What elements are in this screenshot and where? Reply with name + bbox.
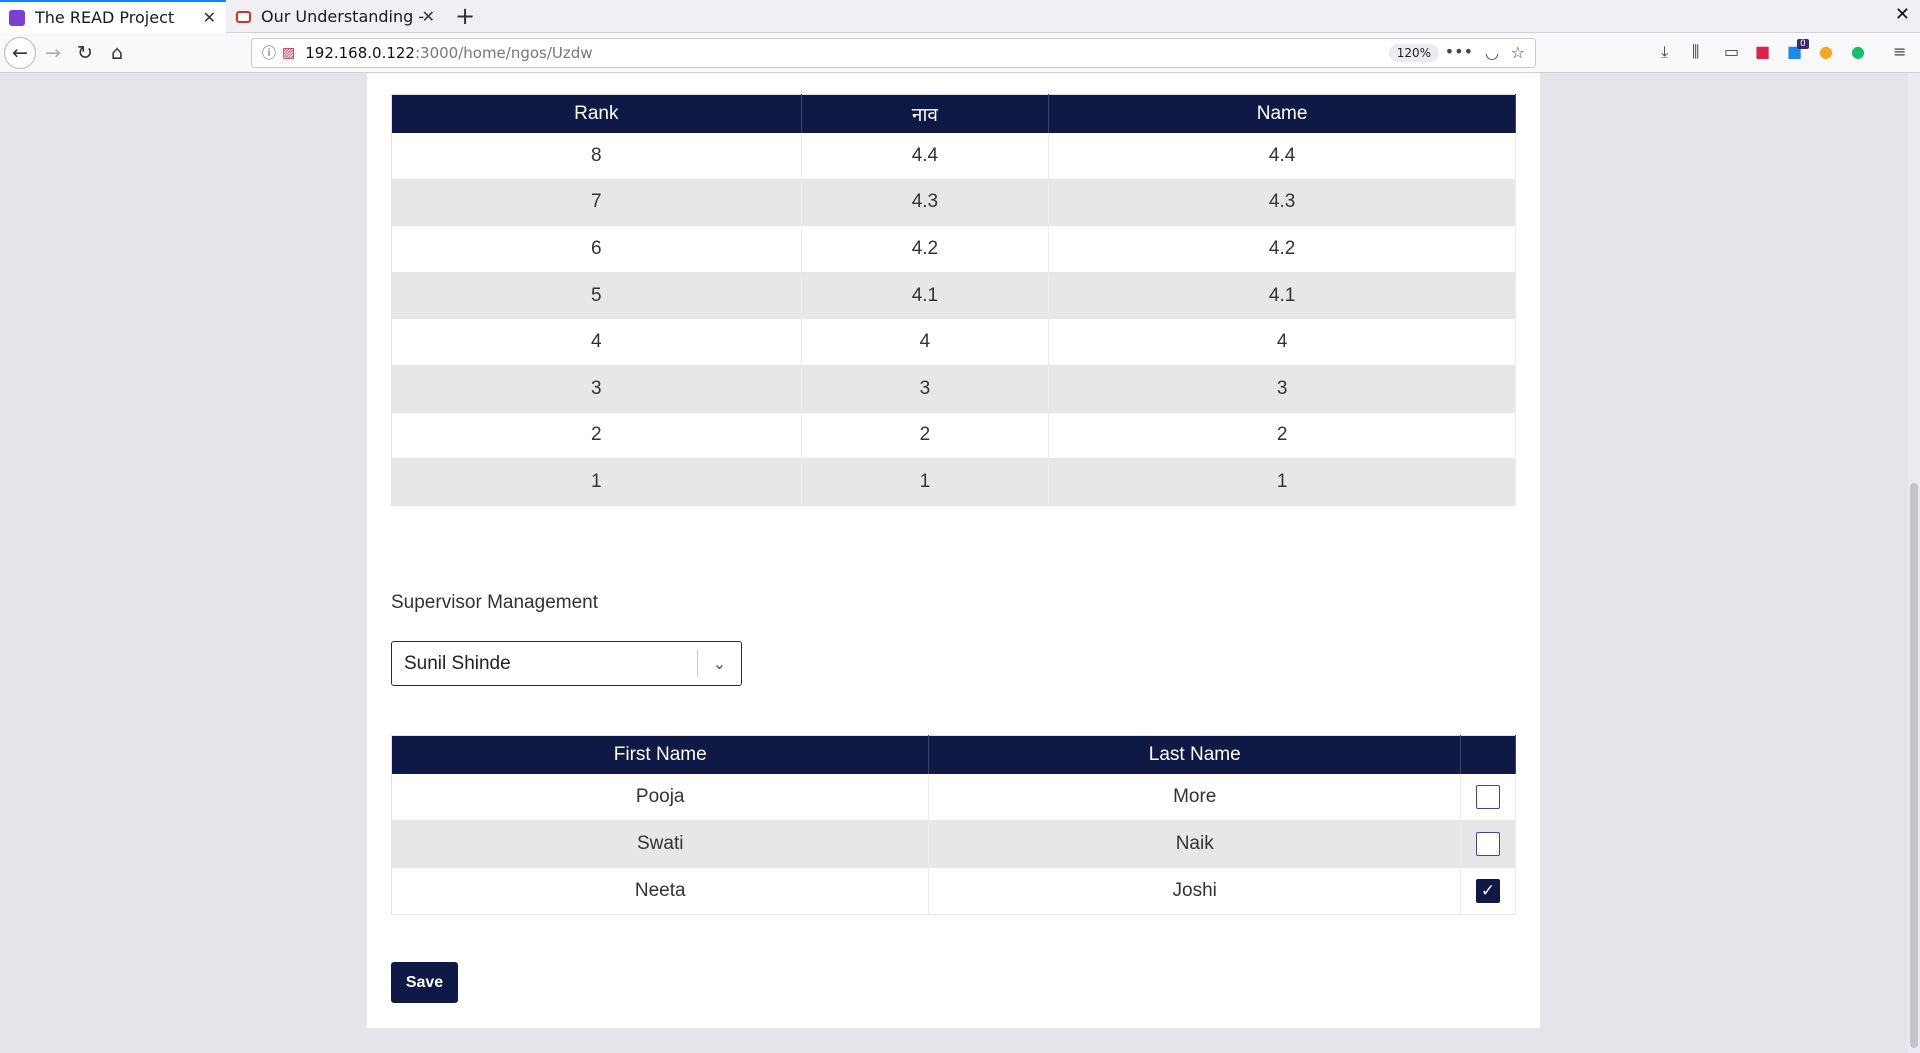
home-icon[interactable]: ⌂ [101, 37, 133, 69]
rank-cell: 3 [391, 365, 802, 413]
zoom-level[interactable]: 120% [1388, 44, 1439, 62]
table-row: 6 4.2 4.2 [391, 225, 1516, 273]
tab-bar: The READ Project ✕ Our Understanding - e… [0, 0, 1920, 33]
row-checkbox[interactable] [1476, 832, 1500, 856]
naav-cell: 2 [801, 412, 1050, 460]
tab-read-project[interactable]: The READ Project ✕ [0, 0, 226, 33]
row-checkbox-checked[interactable]: ✓ [1476, 879, 1500, 903]
sidebar-icon[interactable]: ▭ [1724, 42, 1739, 61]
naav-cell: 4.4 [801, 132, 1050, 180]
window-close-icon[interactable]: ✕ [1895, 4, 1910, 25]
grammarly-icon[interactable]: ● [1851, 42, 1865, 61]
rank-cell: 2 [391, 412, 802, 460]
table-row: 5 4.1 4.1 [391, 272, 1516, 320]
rank-table-header-row: Rank नाव Name [391, 94, 1516, 133]
extension-orange-icon[interactable]: ● [1819, 42, 1833, 61]
table-row: 444 [391, 318, 1516, 366]
new-tab-plus-icon[interactable]: + [455, 2, 475, 30]
table-row: Neeta Joshi ✓ [391, 867, 1516, 915]
last-name-cell: Naik [928, 820, 1461, 868]
table-row: 333 [391, 365, 1516, 413]
rank-cell: 6 [391, 225, 802, 273]
name-cell: 4.1 [1048, 272, 1516, 320]
downloads-icon[interactable]: ⤓ [1661, 42, 1668, 62]
supervisor-select-value: Sunil Shinde [404, 652, 511, 674]
supervisor-management-heading: Supervisor Management [391, 592, 598, 613]
url-bar[interactable]: ⓘ ▨ 192.168.0.122 :3000/home/ngos/Uzdw 1… [251, 38, 1536, 68]
tab-our-understanding[interactable]: Our Understanding - e ✕ [227, 0, 445, 33]
column-header-first-name[interactable]: First Name [391, 735, 930, 774]
tab-close-icon[interactable]: ✕ [422, 7, 435, 26]
last-name-cell: More [928, 773, 1461, 821]
first-name-cell: Neeta [391, 867, 930, 915]
site-info-icon[interactable]: ⓘ [262, 43, 276, 63]
row-checkbox[interactable] [1476, 784, 1500, 809]
select-cell [1460, 820, 1516, 868]
extension-red-icon[interactable]: ■ [1755, 42, 1770, 61]
chevron-down-icon[interactable]: ⌄ [698, 654, 741, 674]
tab-close-icon[interactable]: ✕ [203, 8, 216, 27]
rank-cell: 4 [391, 318, 802, 366]
save-button[interactable]: Save [391, 962, 458, 1003]
insecure-connection-icon[interactable]: ▨ [282, 45, 295, 61]
table-row: Swati Naik [391, 820, 1516, 868]
rank-cell: 7 [391, 179, 802, 227]
bookmark-star-icon[interactable]: ☆ [1511, 43, 1525, 62]
naav-cell: 4 [801, 318, 1050, 366]
gmail-favicon-icon [236, 10, 251, 23]
first-name-cell: Pooja [391, 773, 930, 821]
back-arrow-icon[interactable]: ← [4, 37, 36, 69]
pocket-icon[interactable]: ◡ [1485, 43, 1499, 62]
table-row: 7 4.3 4.3 [391, 179, 1516, 227]
url-host: 192.168.0.122 [305, 44, 415, 62]
rank-cell: 1 [391, 458, 802, 506]
column-header-rank[interactable]: Rank [391, 94, 802, 133]
first-name-cell: Swati [391, 820, 930, 868]
name-cell: 3 [1048, 365, 1516, 413]
table-row: Pooja More [391, 773, 1516, 821]
supervisor-table-header-row: First Name Last Name [391, 735, 1516, 774]
navigation-toolbar: ← → ↻ ⌂ ⓘ ▨ 192.168.0.122 :3000/home/ngo… [0, 33, 1920, 73]
name-cell: 4.4 [1048, 132, 1516, 180]
naav-cell: 4.3 [801, 179, 1050, 227]
table-row: 222 [391, 412, 1516, 460]
column-header-last-name[interactable]: Last Name [928, 735, 1461, 774]
read-project-favicon-icon [9, 9, 25, 26]
select-cell [1460, 773, 1516, 821]
library-icon[interactable]: ⫼ [1692, 42, 1699, 62]
table-row: 111 [391, 458, 1516, 506]
name-cell: 4.2 [1048, 225, 1516, 273]
name-cell: 4.3 [1048, 179, 1516, 227]
supervisor-select[interactable]: Sunil Shinde ⌄ [391, 641, 742, 686]
scrollbar-thumb[interactable] [1910, 483, 1918, 1048]
naav-cell: 1 [801, 458, 1050, 506]
naav-cell: 4.2 [801, 225, 1050, 273]
extension-badge-count: 0 [1797, 39, 1809, 49]
rank-cell: 5 [391, 272, 802, 320]
hamburger-menu-icon[interactable]: ≡ [1893, 42, 1906, 61]
last-name-cell: Joshi [928, 867, 1461, 915]
column-header-naav[interactable]: नाव [801, 94, 1050, 133]
tab-title: Our Understanding - e [261, 7, 426, 26]
table-row: 8 4.4 4.4 [391, 132, 1516, 180]
rank-table: Rank नाव Name 8 4.4 4.4 7 4.3 4.3 6 4.2 4.2 54… [391, 94, 1516, 506]
select-cell: ✓ [1460, 867, 1516, 915]
rank-cell: 8 [391, 132, 802, 180]
forward-arrow-icon[interactable]: → [37, 37, 69, 69]
column-header-name[interactable]: Name [1048, 94, 1516, 133]
naav-cell: 3 [801, 365, 1050, 413]
url-path: :3000/home/ngos/Uzdw [414, 44, 593, 62]
name-cell: 1 [1048, 458, 1516, 506]
supervisor-table: First Name Last Name Pooja More Swati Na… [391, 735, 1516, 915]
name-cell: 4 [1048, 318, 1516, 366]
page-actions-menu-icon[interactable]: ••• [1445, 42, 1473, 61]
naav-cell: 4.1 [801, 272, 1050, 320]
name-cell: 2 [1048, 412, 1516, 460]
reload-icon[interactable]: ↻ [69, 37, 101, 69]
column-header-select [1460, 735, 1516, 774]
tab-title: The READ Project [35, 8, 175, 27]
